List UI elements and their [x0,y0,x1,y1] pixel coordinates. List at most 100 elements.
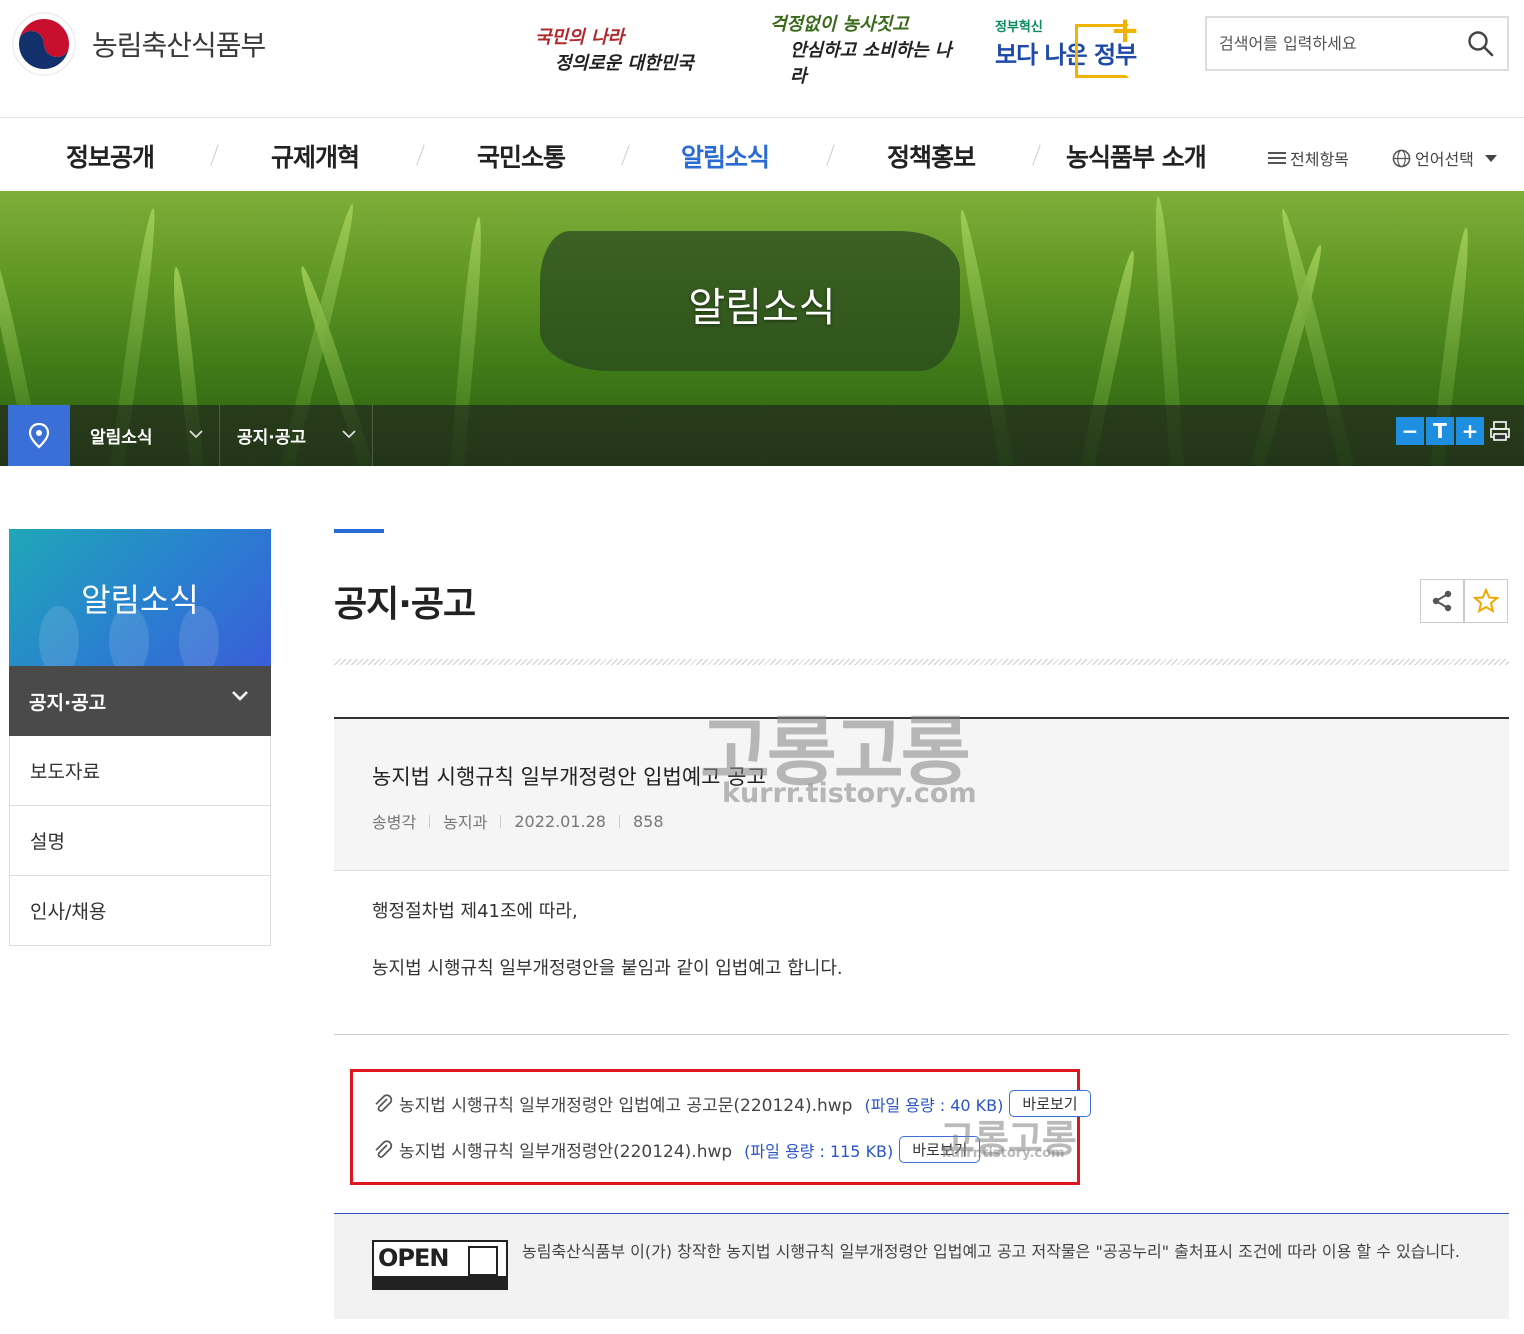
post-department: 농지과 [443,813,488,832]
sidebar-item-label: 보도자료 [30,761,100,783]
nav-item-about-ministry[interactable]: 농식품부 소개 [1066,138,1207,174]
search-icon[interactable] [1467,30,1495,58]
language-select[interactable]: 언어선택 [1392,146,1498,170]
sidebar-item-label: 설명 [30,831,65,853]
zoom-reset-button[interactable]: T [1426,417,1454,445]
leaf-decoration [179,606,219,666]
share-button[interactable] [1420,579,1464,623]
print-button[interactable] [1486,417,1514,445]
favorite-button[interactable] [1464,579,1508,623]
sidebar-item-recruitment[interactable]: 인사/채용 [9,876,271,946]
share-icon [1432,590,1452,612]
main-navigation: 정보공개 규제개혁 국민소통 알림소식 정책홍보 농식품부 소개 전체항목 언어… [0,117,1524,191]
print-icon [1490,421,1510,441]
nav-separator [621,144,630,166]
banner-title: 알림소식 [688,285,836,331]
caret-down-icon [1484,155,1497,162]
post-body-paragraph: 행정절차법 제41조에 따라, [372,901,578,922]
paperclip-icon [375,1139,393,1158]
breadcrumb-section-dropdown[interactable]: 알림소식 [70,405,220,466]
nav-separator [210,144,219,166]
post-body-paragraph: 농지법 시행규칙 일부개정령안을 붙임과 같이 입법예고 합니다. [372,958,843,980]
search-box [1205,16,1509,71]
site-header: 농림축산식품부 국민의 나라 정의로운 대한민국 걱정없이 농사짓고 안심하고 … [0,0,1524,117]
slogan-banner-2[interactable]: 걱정없이 농사짓고 안심하고 소비하는 나라 [770,14,960,87]
page-title: 공지·공고 [334,584,476,625]
slogan-1-line2: 정의로운 대한민국 [555,53,694,74]
location-bar: 알림소식 공지·공고 − T + [0,405,1524,466]
search-input[interactable] [1219,34,1459,53]
paperclip-icon [375,1093,393,1112]
zoom-out-button[interactable]: − [1396,417,1424,445]
ministry-logo[interactable]: 농림축산식품부 [10,10,266,78]
attachment-size: (파일 용량 : 115 KB) [744,1141,894,1161]
chevron-down-icon [189,430,203,439]
taegeuk-logo-icon [12,12,76,76]
post-meta: 송병각 농지과 2022.01.28 858 [372,809,664,833]
nav-item-regulation-reform[interactable]: 규제개혁 [271,138,360,174]
sidebar-item-notice[interactable]: 공지·공고 [9,666,271,736]
sidebar-item-label: 공지·공고 [29,691,107,714]
government-innovation-banner[interactable]: 정부혁신 보다 나은 정부 + [995,10,1145,82]
nav-separator [826,144,835,166]
ministry-name: 농림축산식품부 [92,29,266,62]
meta-separator [429,814,431,828]
title-accent-bar [334,529,384,533]
license-notice: OPEN 농림축산식품부 이(가) 창작한 농지법 시행규칙 일부개정령안 입법… [334,1213,1509,1319]
slogan-banner-1[interactable]: 국민의 나라 정의로운 대한민국 [535,14,725,84]
divider [334,1034,1509,1035]
chevron-down-icon [232,691,248,701]
plus-decoration-icon: + [1110,10,1141,51]
breadcrumb-page-dropdown[interactable]: 공지·공고 [220,405,373,466]
attachment-list: 농지법 시행규칙 일부개정령안 입법예고 공고문(220124).hwp (파일… [350,1069,1091,1185]
nav-item-news[interactable]: 알림소식 [681,138,770,174]
attribution-icon [468,1246,498,1276]
nav-separator [416,144,425,166]
meta-separator [618,814,620,828]
attachment-item: 농지법 시행규칙 일부개정령안 입법예고 공고문(220124).hwp (파일… [373,1090,1091,1117]
divider [334,659,1509,665]
badge-bar-decoration [374,1276,506,1288]
sidebar-item-label: 인사/채용 [30,901,107,923]
kogl-open-badge[interactable]: OPEN [372,1240,508,1290]
all-menu-button[interactable]: 전체항목 [1268,146,1349,170]
section-banner: 알림소식 알림소식 공지·공고 − T + [0,191,1524,466]
license-text: 농림축산식품부 이(가) 창작한 농지법 시행규칙 일부개정령안 입법예고 공고… [522,1242,1460,1261]
open-badge-text: OPEN [378,1244,449,1272]
location-home-button[interactable] [8,405,70,466]
leaf-decoration [39,606,79,666]
attachment-item: 농지법 시행규칙 일부개정령안(220124).hwp (파일 용량 : 115… [373,1136,981,1163]
nav-item-info-disclosure[interactable]: 정보공개 [66,138,155,174]
post-body: 행정절차법 제41조에 따라, 농지법 시행규칙 일부개정령안을 붙임과 같이 … [372,899,843,1013]
chevron-down-icon [342,430,356,439]
zoom-in-button[interactable]: + [1456,417,1484,445]
preview-button[interactable]: 바로보기 [899,1136,981,1163]
preview-button[interactable]: 바로보기 [1009,1090,1091,1117]
star-icon [1473,588,1499,614]
breadcrumb-section: 알림소식 [90,428,153,448]
attachment-filename[interactable]: 농지법 시행규칙 일부개정령안 입법예고 공고문(220124).hwp [399,1091,852,1116]
page-tools: − T + [1396,417,1514,445]
attachment-filename[interactable]: 농지법 시행규칙 일부개정령안(220124).hwp [399,1137,732,1162]
nav-separator [1032,144,1041,166]
slogan-1-line1: 국민의 나라 [535,27,625,48]
hamburger-icon [1268,152,1286,164]
attachment-size: (파일 용량 : 40 KB) [864,1095,1004,1115]
post-header: 농지법 시행규칙 일부개정령안 입법예고 공고 송병각 농지과 2022.01.… [334,717,1509,871]
nav-item-public-communication[interactable]: 국민소통 [477,138,566,174]
post-views: 858 [632,811,664,831]
post-author: 송병각 [372,813,417,832]
all-menu-label: 전체항목 [1290,150,1349,169]
location-pin-icon [28,422,50,448]
post-title: 농지법 시행규칙 일부개정령안 입법예고 공고 [372,765,766,789]
post-date: 2022.01.28 [514,811,606,831]
nav-item-policy-pr[interactable]: 정책홍보 [887,138,976,174]
language-label: 언어선택 [1415,150,1474,169]
breadcrumb-page: 공지·공고 [237,428,307,448]
sidebar-item-explanation[interactable]: 설명 [9,806,271,876]
slogan-2-line2: 안심하고 소비하는 나라 [790,40,952,87]
sidebar-item-press-release[interactable]: 보도자료 [9,736,271,806]
meta-separator [500,814,502,828]
globe-icon [1392,149,1411,167]
slogan-2-line1: 걱정없이 농사짓고 [770,14,909,35]
